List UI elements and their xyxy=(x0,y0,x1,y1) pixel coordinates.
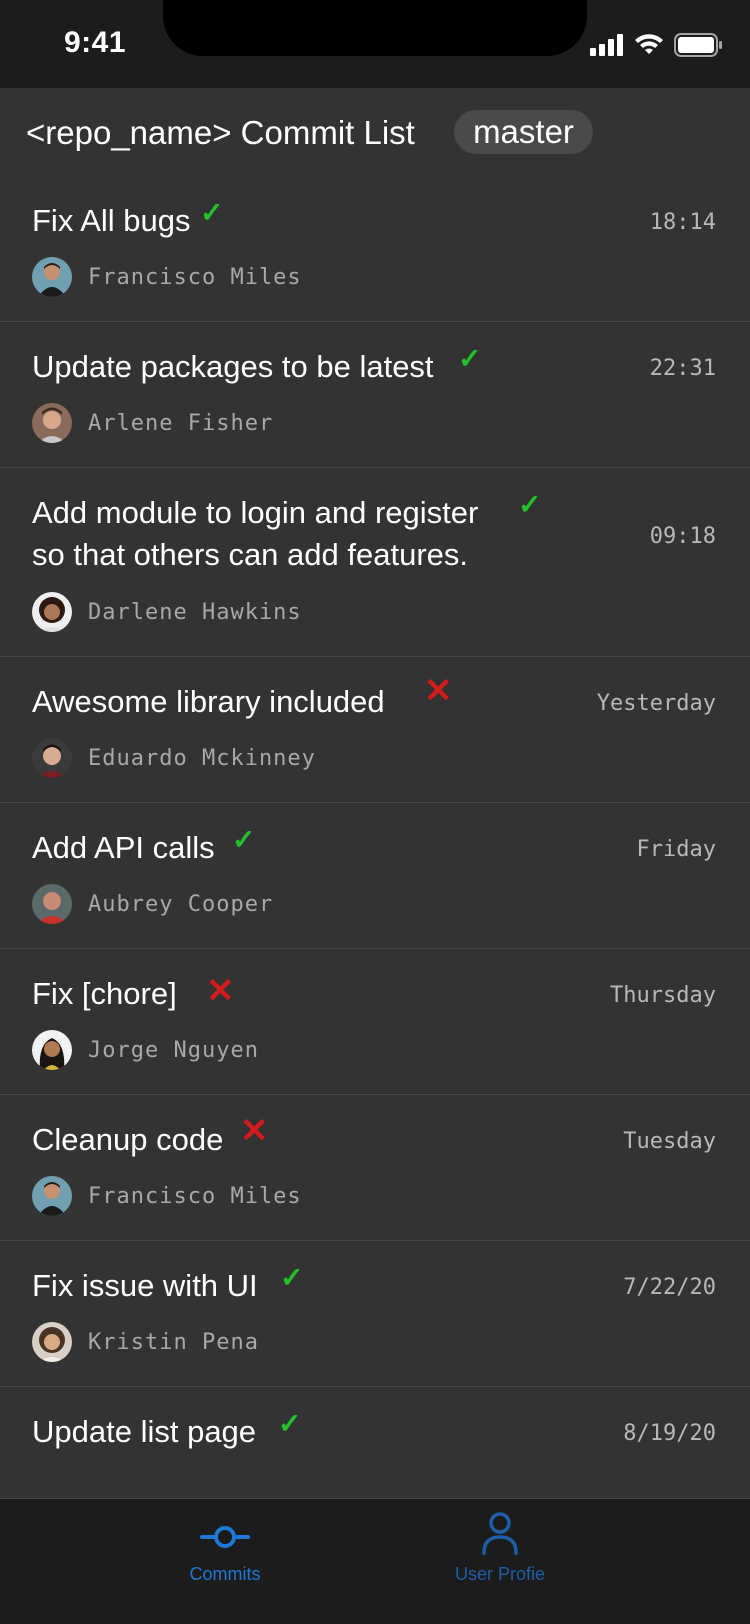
commit-icon xyxy=(200,1526,250,1548)
branch-selector[interactable]: master xyxy=(454,110,593,154)
commit-title: Add API calls xyxy=(32,830,215,865)
commit-row[interactable]: Add API calls ✓ Friday Aubrey Cooper xyxy=(0,803,750,949)
commit-time: Tuesday xyxy=(623,1129,716,1154)
commit-title: Add module to login and register so that… xyxy=(32,495,479,572)
tab-label: Commits xyxy=(189,1564,261,1584)
commit-author: Eduardo Mckinney xyxy=(32,738,316,778)
avatar xyxy=(32,738,72,778)
status-bar: 9:41 xyxy=(0,0,750,88)
commit-author: Francisco Miles xyxy=(32,1176,302,1216)
author-name: Jorge Nguyen xyxy=(88,1037,259,1063)
success-check-icon: ✓ xyxy=(200,197,224,228)
commit-author: Francisco Miles xyxy=(32,257,302,297)
avatar xyxy=(32,403,72,443)
commit-title: Cleanup code xyxy=(32,1122,224,1157)
commit-row[interactable]: Update packages to be latest ✓ 22:31 Arl… xyxy=(0,322,750,468)
commit-time: 09:18 xyxy=(649,524,716,549)
device-notch xyxy=(163,0,587,56)
commit-list[interactable]: Fix All bugs ✓ 18:14 Francisco Miles Upd… xyxy=(0,176,750,1498)
commit-row[interactable]: Fix [chore] ✕ Thursday Jorge Nguyen xyxy=(0,949,750,1095)
commit-row[interactable]: Fix issue with UI ✓ 7/22/20 Kristin Pena xyxy=(0,1241,750,1387)
failure-x-icon: ✕ xyxy=(206,972,235,1010)
page-title: <repo_name> Commit List xyxy=(26,114,415,151)
tab-bar: Commits User Profie xyxy=(0,1498,750,1624)
wifi-icon xyxy=(635,34,663,54)
commit-time: 18:14 xyxy=(649,210,716,235)
commit-row[interactable]: Add module to login and register so that… xyxy=(0,468,750,657)
author-name: Francisco Miles xyxy=(88,264,302,290)
avatar xyxy=(32,1322,72,1362)
avatar xyxy=(32,1030,72,1070)
author-name: Arlene Fisher xyxy=(88,410,274,436)
avatar xyxy=(32,592,72,632)
avatar xyxy=(32,884,72,924)
commit-author: Aubrey Cooper xyxy=(32,884,273,924)
tab-user-profile[interactable]: User Profie xyxy=(420,1511,580,1585)
status-icons xyxy=(590,30,722,60)
commit-author: Arlene Fisher xyxy=(32,403,273,443)
tab-label: User Profie xyxy=(454,1564,546,1584)
commit-time: Thursday xyxy=(610,983,716,1008)
success-check-icon: ✓ xyxy=(518,489,542,520)
page-header: <repo_name> Commit List master xyxy=(0,88,750,176)
commit-title: Fix [chore] xyxy=(32,976,177,1011)
user-icon xyxy=(482,1512,518,1555)
commit-title: Update list page xyxy=(32,1414,257,1449)
success-check-icon: ✓ xyxy=(458,343,482,374)
commit-author: Kristin Pena xyxy=(32,1322,259,1362)
author-name: Eduardo Mckinney xyxy=(88,745,316,771)
commit-author: Darlene Hawkins xyxy=(32,592,302,632)
avatar xyxy=(32,1176,72,1216)
commit-row[interactable]: Update list page ✓ 8/19/20 xyxy=(0,1387,750,1498)
commit-time: Friday xyxy=(636,837,716,862)
success-check-icon: ✓ xyxy=(232,824,256,855)
status-time: 9:41 xyxy=(64,26,127,59)
commit-time: Yesterday xyxy=(596,691,716,716)
commit-title: Awesome library included xyxy=(32,684,385,719)
commit-title: Fix issue with UI xyxy=(32,1268,258,1303)
battery-icon xyxy=(674,33,722,57)
commit-time: 8/19/20 xyxy=(623,1421,716,1446)
author-name: Kristin Pena xyxy=(88,1329,259,1355)
success-check-icon: ✓ xyxy=(278,1408,302,1439)
failure-x-icon: ✕ xyxy=(240,1112,269,1150)
commit-row[interactable]: Cleanup code ✕ Tuesday Francisco Miles xyxy=(0,1095,750,1241)
cellular-signal-icon xyxy=(590,34,623,56)
commit-time: 22:31 xyxy=(649,356,716,381)
author-name: Darlene Hawkins xyxy=(88,599,302,625)
avatar xyxy=(32,257,72,297)
commit-time: 7/22/20 xyxy=(623,1275,716,1300)
tab-commits[interactable]: Commits xyxy=(145,1511,305,1585)
commit-row[interactable]: Awesome library included ✕ Yesterday Edu… xyxy=(0,657,750,803)
commit-title: Update packages to be latest xyxy=(32,349,434,384)
author-name: Francisco Miles xyxy=(88,1183,302,1209)
commit-author: Jorge Nguyen xyxy=(32,1030,259,1070)
failure-x-icon: ✕ xyxy=(424,672,453,710)
success-check-icon: ✓ xyxy=(280,1262,304,1293)
commit-title: Fix All bugs xyxy=(32,203,191,238)
author-name: Aubrey Cooper xyxy=(88,891,274,917)
commit-row[interactable]: Fix All bugs ✓ 18:14 Francisco Miles xyxy=(0,176,750,322)
